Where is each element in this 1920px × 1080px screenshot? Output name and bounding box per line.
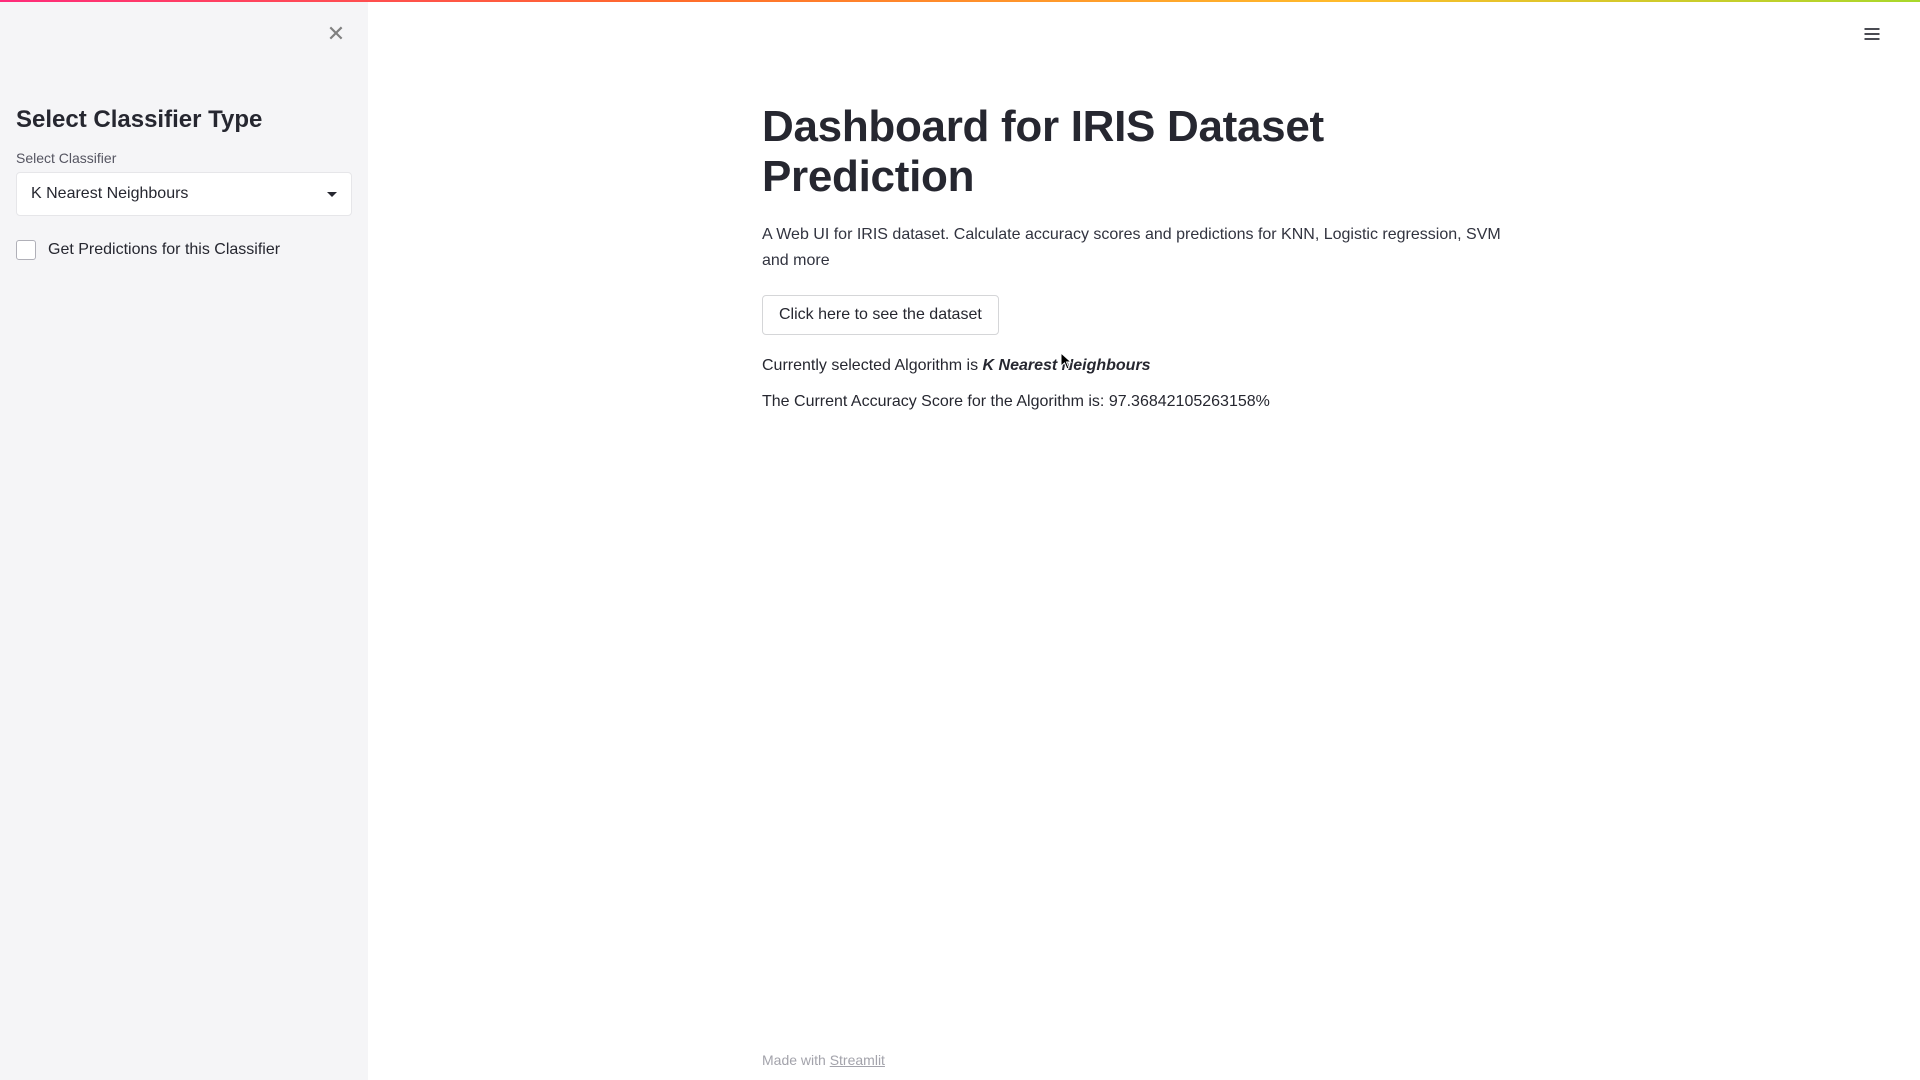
predictions-checkbox-row[interactable]: Get Predictions for this Classifier [16, 240, 352, 260]
sidebar-header: Select Classifier Type [16, 106, 352, 134]
select-classifier-label: Select Classifier [16, 150, 352, 166]
view-dataset-button[interactable]: Click here to see the dataset [762, 295, 999, 335]
main-content: Dashboard for IRIS Dataset Prediction A … [368, 2, 1920, 1080]
classifier-select[interactable]: K Nearest Neighbours [16, 172, 352, 216]
predictions-checkbox-label: Get Predictions for this Classifier [48, 241, 280, 259]
chevron-down-icon [327, 192, 337, 197]
predictions-checkbox[interactable] [16, 240, 36, 260]
sidebar: ✕ Select Classifier Type Select Classifi… [0, 2, 368, 1080]
footer: Made with Streamlit [762, 1052, 885, 1068]
page-title: Dashboard for IRIS Dataset Prediction [762, 102, 1502, 202]
page-description: A Web UI for IRIS dataset. Calculate acc… [762, 222, 1502, 273]
footer-streamlit-link[interactable]: Streamlit [830, 1052, 885, 1068]
top-gradient-bar [0, 0, 1920, 2]
accuracy-value: 97.36842105263158% [1109, 393, 1270, 410]
selected-algorithm-name: K Nearest Neighbours [983, 357, 1151, 374]
selected-algorithm-line: Currently selected Algorithm is K Neares… [762, 357, 1502, 375]
accuracy-prefix: The Current Accuracy Score for the Algor… [762, 393, 1109, 410]
accuracy-score-line: The Current Accuracy Score for the Algor… [762, 393, 1502, 411]
footer-made-with: Made with [762, 1052, 830, 1068]
classifier-select-value: K Nearest Neighbours [31, 185, 188, 203]
selected-algorithm-prefix: Currently selected Algorithm is [762, 357, 983, 374]
hamburger-menu-button[interactable] [1860, 22, 1884, 46]
close-icon: ✕ [327, 23, 345, 45]
hamburger-icon [1862, 24, 1882, 44]
close-sidebar-button[interactable]: ✕ [324, 22, 348, 46]
